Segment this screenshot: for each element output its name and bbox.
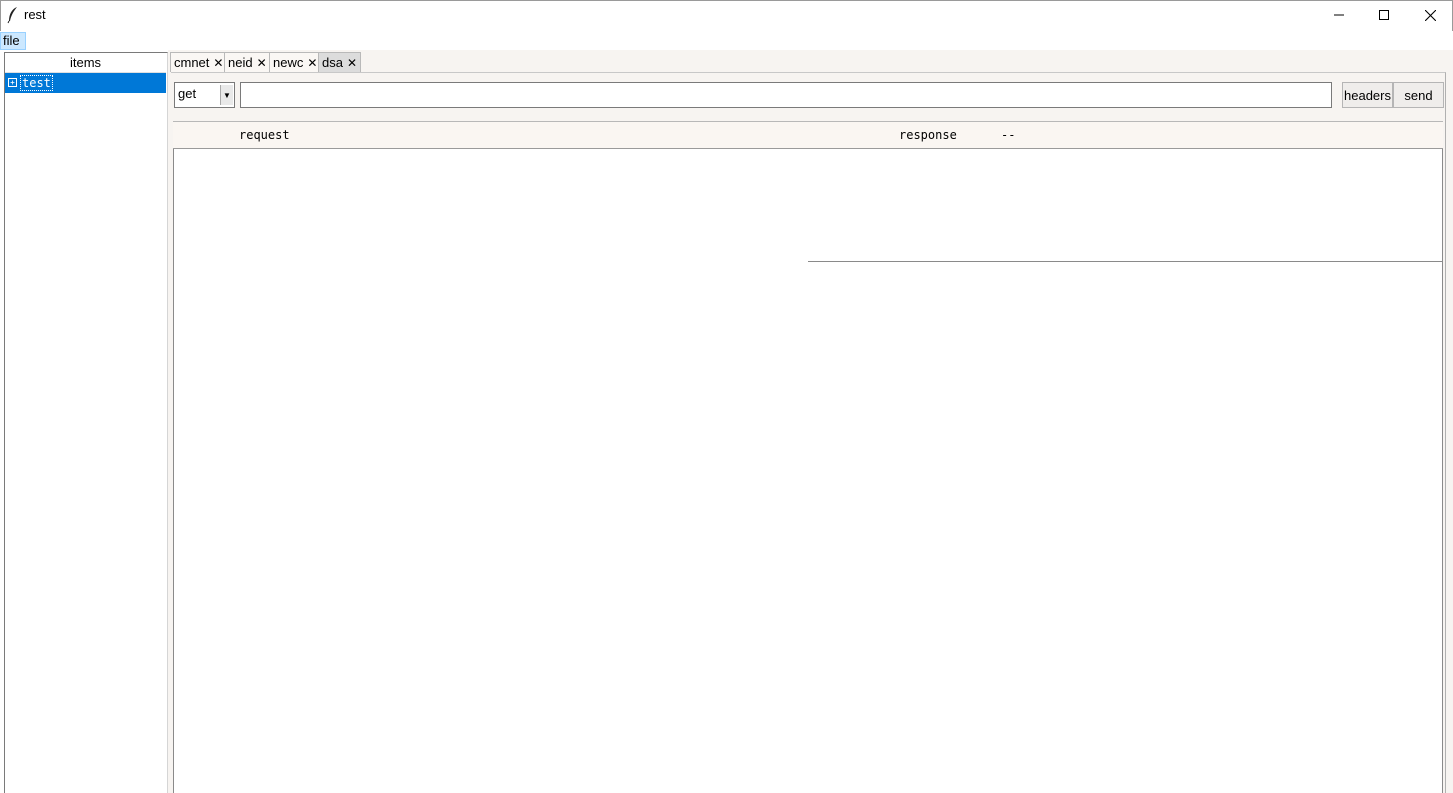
request-body-editor[interactable] xyxy=(173,149,809,793)
send-button[interactable]: send xyxy=(1393,82,1444,108)
tab-label: newc xyxy=(273,55,304,70)
tab-close-icon[interactable]: ✕ xyxy=(347,56,357,70)
method-value[interactable]: get xyxy=(178,86,196,101)
maximize-button[interactable] xyxy=(1361,0,1407,30)
minimize-button[interactable] xyxy=(1316,0,1362,30)
tab-cmnet[interactable]: cmnet ✕ xyxy=(170,52,228,72)
menu-file[interactable]: file xyxy=(0,32,26,50)
window-title: rest xyxy=(24,7,46,22)
tab-newc[interactable]: newc ✕ xyxy=(269,52,322,72)
tab-label: neid xyxy=(228,55,253,70)
close-button[interactable] xyxy=(1407,0,1453,30)
menu-bar xyxy=(0,31,1453,50)
url-input[interactable] xyxy=(240,82,1332,108)
tab-label: cmnet xyxy=(174,55,210,70)
response-body-view[interactable] xyxy=(808,262,1443,793)
close-icon xyxy=(1424,9,1436,21)
tab-close-icon[interactable]: ✕ xyxy=(307,56,317,70)
response-label: response xyxy=(899,128,957,142)
response-headers-view[interactable] xyxy=(808,149,1443,262)
tab-close-icon[interactable]: ✕ xyxy=(257,56,267,70)
headers-button[interactable]: headers xyxy=(1342,82,1393,108)
status-label: -- xyxy=(1001,128,1016,142)
tab-close-icon[interactable]: ✕ xyxy=(213,56,223,70)
maximize-icon xyxy=(1379,10,1389,20)
feather-icon xyxy=(7,7,17,24)
tab-dsa[interactable]: dsa ✕ xyxy=(318,52,362,72)
plus-box-icon[interactable] xyxy=(8,78,17,87)
labels-bar xyxy=(173,122,1443,149)
tab-neid[interactable]: neid ✕ xyxy=(224,52,271,72)
minimize-icon xyxy=(1334,14,1344,16)
title-bar xyxy=(0,0,1453,31)
chevron-down-icon[interactable]: ▼ xyxy=(220,85,233,105)
request-label: request xyxy=(239,128,290,142)
tree-header[interactable]: items xyxy=(5,53,166,73)
tree-item-label[interactable]: test xyxy=(20,75,53,91)
items-tree[interactable] xyxy=(4,52,168,793)
tab-label: dsa xyxy=(322,55,343,70)
